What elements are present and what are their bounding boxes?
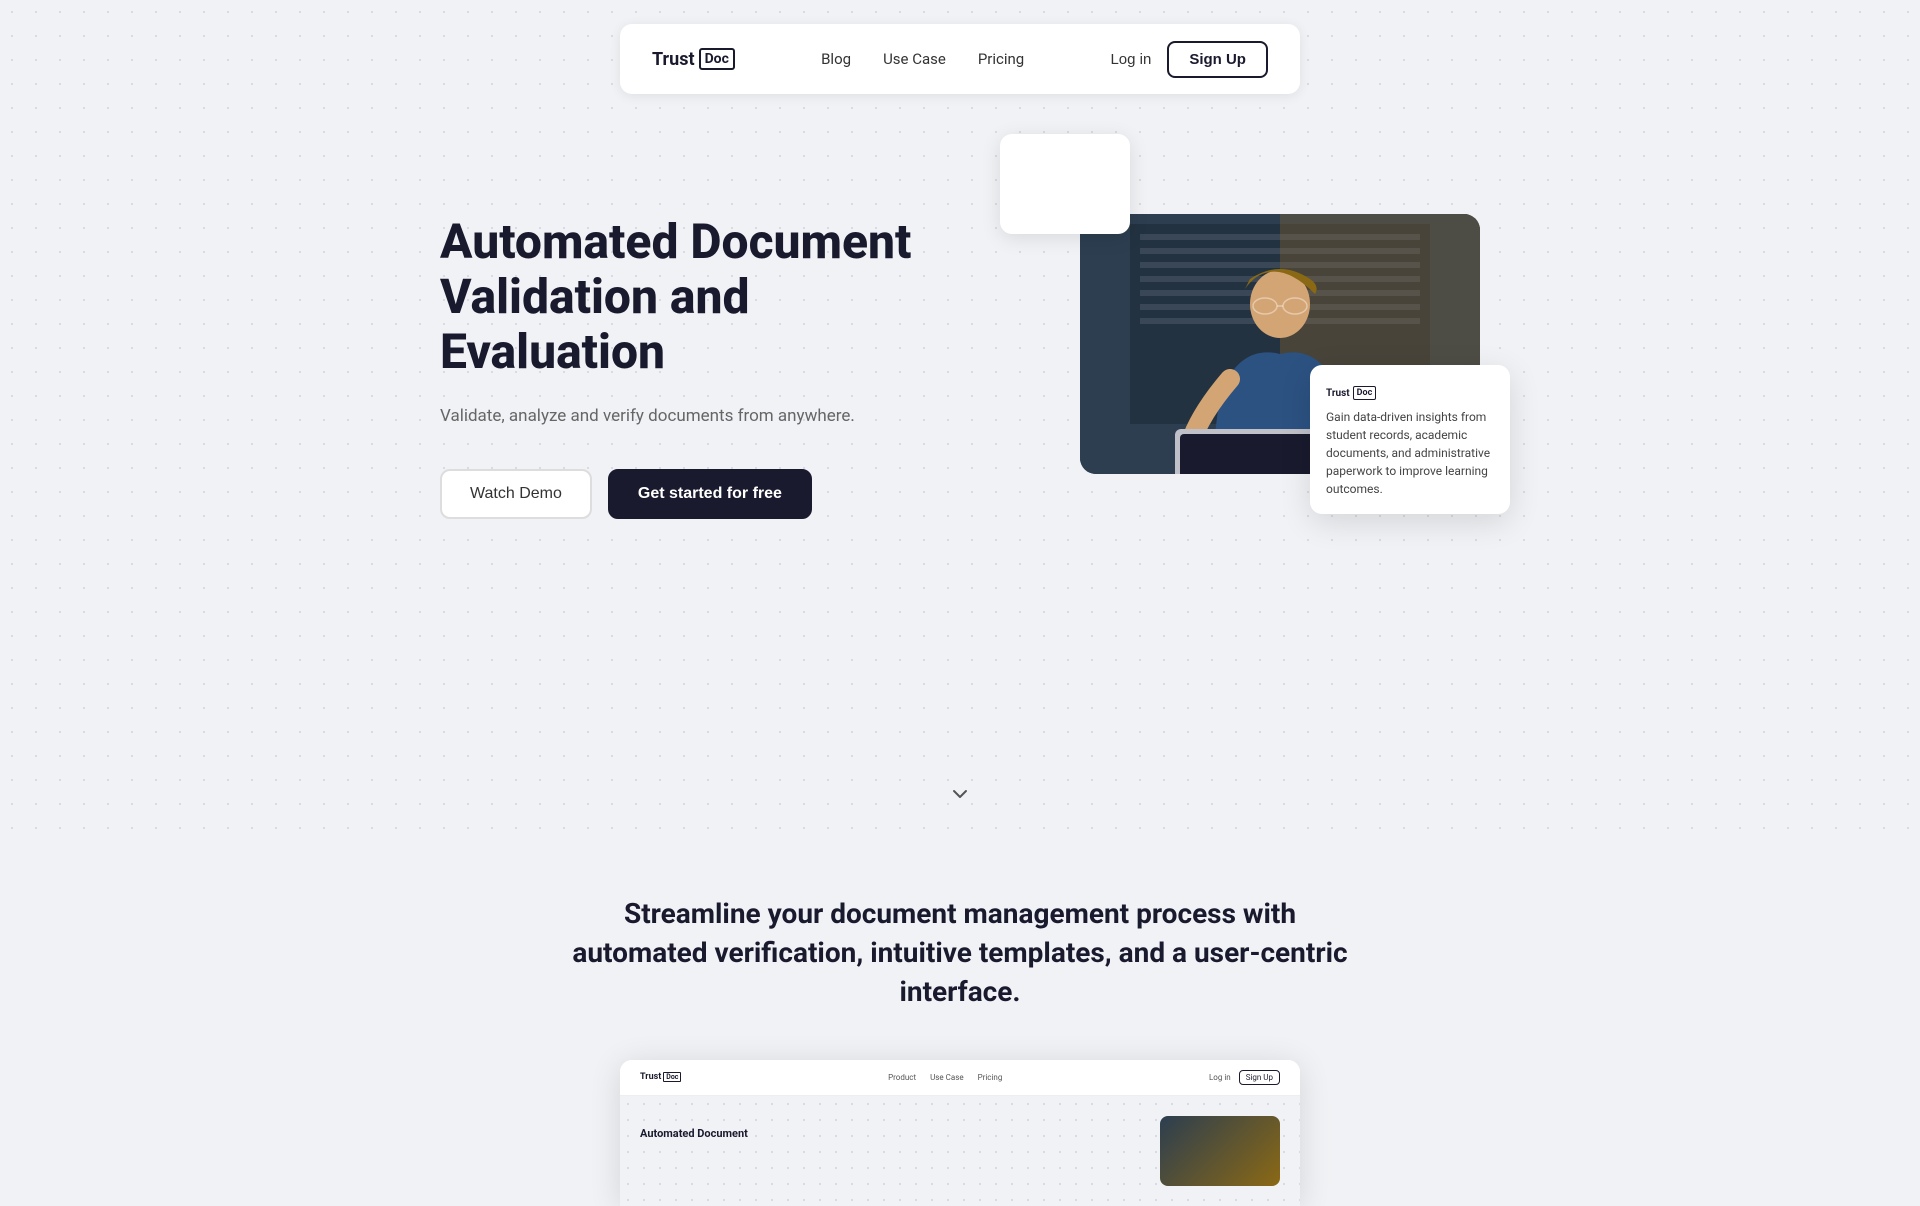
logo-text: Trust <box>652 49 695 70</box>
chevron-down-icon[interactable] <box>944 778 976 810</box>
scroll-indicator[interactable] <box>0 754 1920 834</box>
nav-actions: Log in Sign Up <box>1110 41 1268 78</box>
nav-link-usecase[interactable]: Use Case <box>883 50 946 68</box>
preview-image-block <box>1160 1116 1280 1186</box>
hero-section: Automated Document Validation and Evalua… <box>360 154 1560 634</box>
preview-logo: Trust Doc <box>640 1072 681 1082</box>
logo: Trust Doc <box>652 48 735 70</box>
signup-button[interactable]: Sign Up <box>1167 41 1268 78</box>
login-button[interactable]: Log in <box>1110 51 1151 68</box>
info-card-logo: Trust Doc <box>1326 386 1376 400</box>
preview-nav-actions: Log in Sign Up <box>1209 1070 1280 1085</box>
preview-logo-box: Doc <box>663 1072 681 1082</box>
nav-links: Blog Use Case Pricing <box>821 50 1024 68</box>
preview-logo-text: Trust <box>640 1072 661 1082</box>
hero-title: Automated Document Validation and Evalua… <box>440 214 940 380</box>
hero-right: Trust Doc Gain data-driven insights from… <box>940 154 1480 474</box>
preview-navbar: Trust Doc Product Use Case Pricing Log i… <box>620 1060 1300 1096</box>
nav-link-blog[interactable]: Blog <box>821 50 851 68</box>
preview-hero-text: Automated Document <box>640 1116 748 1186</box>
hero-buttons: Watch Demo Get started for free <box>440 469 940 519</box>
logo-box: Doc <box>699 48 735 70</box>
features-title: Streamline your document management proc… <box>570 894 1350 1012</box>
preview-body: Automated Document <box>620 1096 1300 1206</box>
screenshot-preview: Trust Doc Product Use Case Pricing Log i… <box>620 1060 1300 1206</box>
info-logo-box: Doc <box>1353 386 1377 400</box>
preview-nav-product: Product <box>888 1073 916 1082</box>
hero-info-card: Trust Doc Gain data-driven insights from… <box>1310 365 1510 515</box>
hero-subtitle: Validate, analyze and verify documents f… <box>440 404 940 430</box>
watch-demo-button[interactable]: Watch Demo <box>440 469 592 519</box>
hero-card-top <box>1000 134 1130 234</box>
navbar: Trust Doc Blog Use Case Pricing Log in S… <box>620 24 1300 94</box>
preview-signup: Sign Up <box>1239 1070 1280 1085</box>
hero-content: Automated Document Validation and Evalua… <box>440 154 940 519</box>
info-logo-text: Trust <box>1326 388 1350 399</box>
get-started-button[interactable]: Get started for free <box>608 469 812 519</box>
nav-link-pricing[interactable]: Pricing <box>978 50 1024 68</box>
preview-nav-usecase: Use Case <box>930 1073 963 1082</box>
preview-nav-pricing: Pricing <box>978 1073 1003 1082</box>
features-section: Streamline your document management proc… <box>0 834 1920 1206</box>
preview-nav-links: Product Use Case Pricing <box>888 1073 1002 1082</box>
info-card-text: Gain data-driven insights from student r… <box>1326 408 1494 498</box>
preview-login: Log in <box>1209 1073 1231 1082</box>
